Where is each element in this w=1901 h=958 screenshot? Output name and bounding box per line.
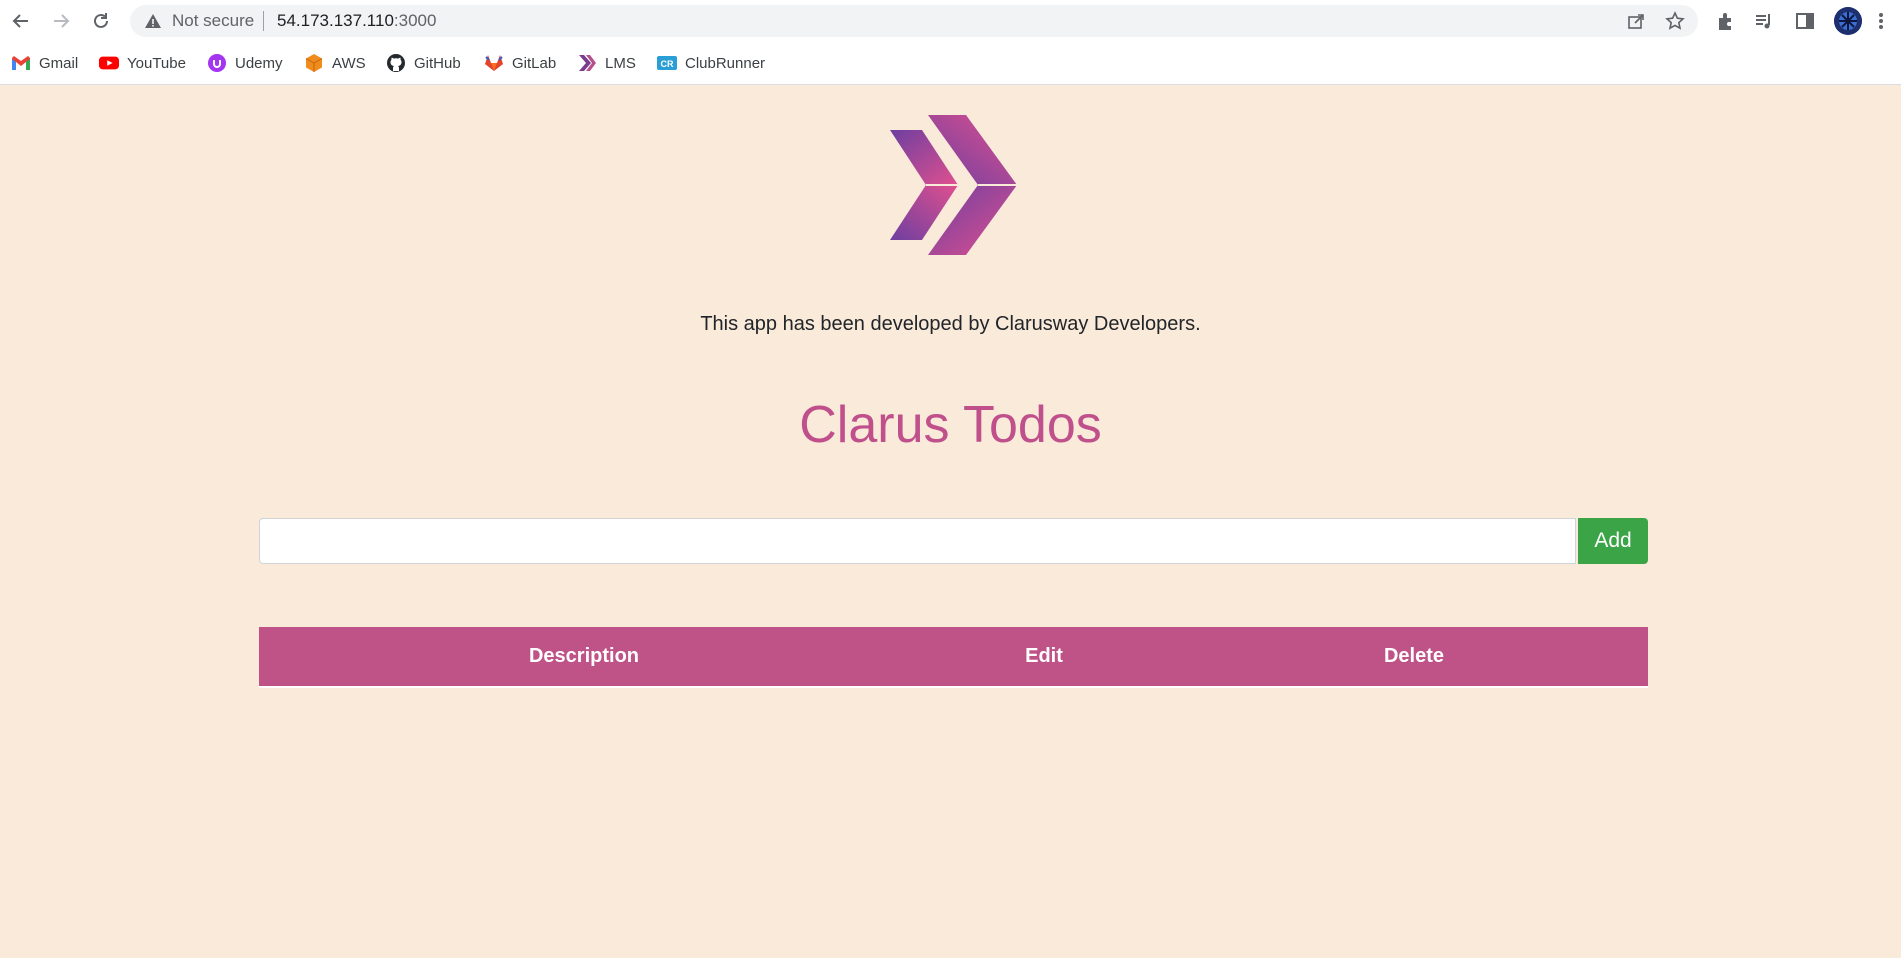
gitlab-icon [484, 53, 504, 73]
bookmark-label: YouTube [127, 54, 186, 72]
bookmark-youtube[interactable]: YouTube [99, 52, 186, 74]
bookmarks-bar: Gmail YouTube Udemy AWS GitHub GitLab LM… [0, 42, 1901, 85]
media-icon[interactable] [1754, 10, 1776, 32]
aws-icon [304, 53, 324, 73]
gmail-icon [11, 53, 31, 73]
page-content: This app has been developed by Clarusway… [0, 85, 1901, 958]
lms-icon [577, 53, 597, 73]
bookmark-github[interactable]: GitHub [386, 52, 461, 74]
url-port: :3000 [393, 11, 437, 30]
developer-credit: This app has been developed by Clarusway… [700, 313, 1201, 335]
bookmark-udemy[interactable]: Udemy [207, 52, 283, 74]
add-button[interactable]: Add [1578, 518, 1648, 564]
youtube-icon [99, 53, 119, 73]
security-label[interactable]: Not secure [172, 11, 254, 31]
url-text[interactable]: 54.173.137.110:3000 [277, 11, 436, 31]
bookmark-label: Udemy [235, 54, 283, 72]
bookmark-gitlab[interactable]: GitLab [484, 52, 556, 74]
extensions-icon[interactable] [1715, 10, 1737, 32]
address-bar[interactable]: Not secure 54.173.137.110:3000 [130, 5, 1698, 37]
bookmark-label: Gmail [39, 54, 79, 72]
bookmark-label: LMS [605, 54, 636, 72]
bookmark-label: AWS [332, 54, 366, 72]
share-icon[interactable] [1626, 11, 1646, 31]
url-host: 54.173.137.110 [277, 11, 394, 30]
svg-text:CR: CR [661, 59, 674, 69]
browser-toolbar: Not secure 54.173.137.110:3000 [0, 0, 1901, 42]
bookmark-clubrunner[interactable]: CR ClubRunner [657, 52, 765, 74]
page-title: Clarus Todos [799, 396, 1102, 454]
star-icon[interactable] [1665, 11, 1685, 31]
todo-table-header: Description Edit Delete [259, 627, 1648, 688]
menu-dots-icon[interactable] [1876, 10, 1886, 32]
bookmark-label: GitLab [512, 54, 557, 72]
forward-arrow-icon[interactable] [49, 9, 73, 33]
clarusway-logo [890, 115, 1018, 255]
column-edit: Edit [1025, 645, 1063, 667]
bookmark-label: ClubRunner [685, 54, 766, 72]
divider [263, 11, 264, 31]
reload-icon[interactable] [89, 9, 113, 33]
bookmark-aws[interactable]: AWS [304, 52, 366, 74]
back-arrow-icon[interactable] [9, 9, 33, 33]
column-description: Description [528, 645, 640, 667]
bookmark-label: GitHub [414, 54, 461, 72]
clubrunner-icon: CR [657, 53, 677, 73]
warning-icon[interactable] [144, 12, 162, 30]
udemy-icon [207, 53, 227, 73]
github-icon [386, 53, 406, 73]
side-panel-icon[interactable] [1794, 10, 1816, 32]
column-delete: Delete [1383, 645, 1445, 667]
bookmark-lms[interactable]: LMS [577, 52, 636, 74]
profile-avatar[interactable] [1834, 7, 1862, 35]
bookmark-gmail[interactable]: Gmail [11, 52, 78, 74]
todo-input[interactable] [259, 518, 1576, 564]
